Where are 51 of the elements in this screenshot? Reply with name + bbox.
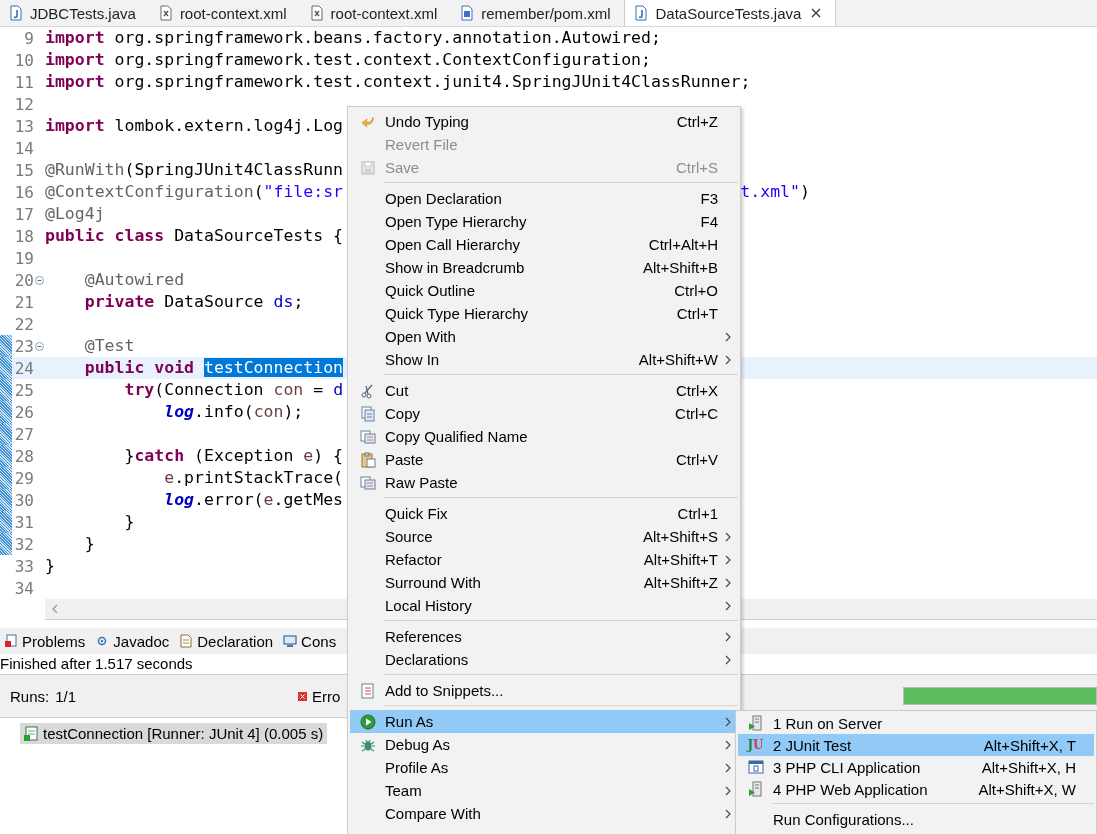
code-line: private DataSource ds; bbox=[83, 291, 304, 313]
junit-icon: JU bbox=[747, 738, 764, 752]
line-number: 30 bbox=[13, 490, 34, 510]
line-number: 29 bbox=[13, 468, 34, 488]
line-number: 17 bbox=[13, 204, 34, 224]
line-number: 26 bbox=[13, 402, 34, 422]
code-line: } bbox=[45, 555, 55, 577]
code-line: try(Connection con = d bbox=[123, 379, 344, 401]
code-line: t.xml") bbox=[740, 181, 810, 203]
line-number: 19 bbox=[13, 248, 34, 268]
line-number: 34 bbox=[13, 578, 34, 598]
code-line: log.info(con); bbox=[163, 401, 304, 423]
line-number: 31 bbox=[13, 512, 34, 532]
code-line: import lombok.extern.log4j.Log bbox=[45, 115, 344, 137]
code-line: public class DataSourceTests { bbox=[45, 225, 344, 247]
line-number: 27 bbox=[13, 424, 34, 444]
line-number: 14 bbox=[13, 138, 34, 158]
code-line: import org.springframework.test.context.ContextConfiguration; bbox=[45, 49, 651, 71]
line-number: 33 bbox=[13, 556, 34, 576]
line-number: 28 bbox=[13, 446, 34, 466]
code-line: log.error(e.getMes bbox=[163, 489, 344, 511]
line-number: 25 bbox=[13, 380, 34, 400]
code-line: @RunWith(SpringJUnit4ClassRunn bbox=[45, 159, 344, 181]
line-number: 20 bbox=[13, 270, 34, 290]
code-line: } bbox=[123, 511, 135, 533]
line-number: 12 bbox=[13, 94, 34, 114]
line-number: 13 bbox=[13, 116, 34, 136]
code-line: }catch (Exception e) { bbox=[123, 445, 344, 467]
code-line: e.printStackTrace( bbox=[163, 467, 344, 489]
code-line: @ContextConfiguration("file:sr bbox=[45, 181, 344, 203]
line-number: 11 bbox=[13, 72, 34, 92]
code-line: public void testConnection bbox=[83, 357, 344, 379]
code-line: import org.springframework.test.context.junit4.SpringJUnit4ClassRunner; bbox=[45, 71, 751, 93]
runs-label: Runs: bbox=[10, 687, 50, 705]
code-line: @Autowired bbox=[83, 269, 185, 291]
line-number: 9 bbox=[23, 28, 34, 48]
line-number: 22 bbox=[13, 314, 34, 334]
line-number: 15 bbox=[13, 160, 34, 180]
code-line: import org.springframework.beans.factory.annotation.Autowired; bbox=[45, 27, 661, 49]
line-number: 32 bbox=[13, 534, 34, 554]
code-line: @Log4j bbox=[45, 203, 105, 225]
line-number: 21 bbox=[13, 292, 34, 312]
line-number: 16 bbox=[13, 182, 34, 202]
line-number: 23 bbox=[13, 336, 34, 356]
line-number: 24 bbox=[13, 358, 34, 378]
code-line: } bbox=[83, 533, 95, 555]
line-number: 10 bbox=[13, 50, 34, 70]
runs-count: 1/1 bbox=[55, 687, 77, 705]
line-number: 18 bbox=[13, 226, 34, 246]
code-line: @Test bbox=[83, 335, 135, 357]
errors-label: Erro bbox=[312, 687, 341, 705]
